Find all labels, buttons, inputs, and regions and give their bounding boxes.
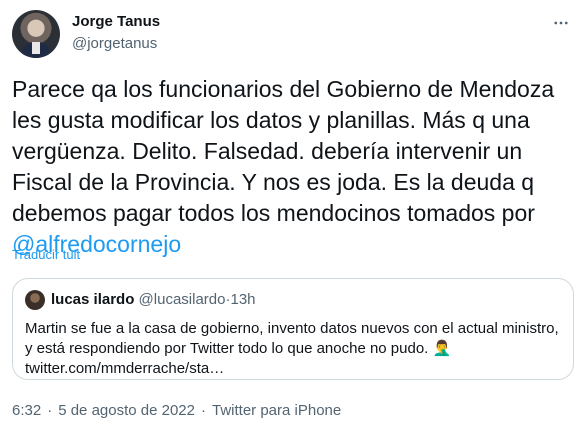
quoted-tweet-card[interactable]: lucas ilardo @lucasilardo·13h Martin se … — [12, 278, 574, 380]
author-name[interactable]: Jorge Tanus — [72, 13, 160, 30]
quoted-author-name: lucas ilardo — [51, 291, 135, 308]
quoted-tweet-header: lucas ilardo @lucasilardo·13h — [51, 291, 256, 308]
author-avatar[interactable] — [12, 10, 60, 58]
tweet-text: Parece qa los funcionarios del Gobierno … — [12, 74, 578, 260]
translate-tweet-link[interactable]: Traducir tuit — [12, 247, 80, 262]
quoted-tweet-text: Martin se fue a la casa de gobierno, inv… — [25, 320, 559, 377]
footer-separator-2: · — [201, 402, 206, 419]
tweet-time[interactable]: 6:32 — [12, 402, 41, 419]
quoted-author-avatar — [25, 290, 45, 310]
avatar-collar — [32, 42, 40, 54]
tweet-date[interactable]: 5 de agosto de 2022 — [58, 402, 195, 419]
author-handle[interactable]: @jorgetanus — [72, 35, 157, 52]
more-options-button[interactable] — [546, 8, 576, 38]
quoted-time: 13h — [230, 291, 256, 308]
more-horizontal-icon — [554, 21, 568, 25]
tweet-body: Parece qa los funcionarios del Gobierno … — [12, 76, 555, 226]
tweet-footer: 6:32 · 5 de agosto de 2022 · Twitter para iP… — [12, 402, 341, 419]
footer-separator-1: · — [47, 402, 53, 419]
quoted-author-handle: @lucasilardo — [138, 291, 226, 308]
tweet-source: Twitter para iPhone — [212, 402, 342, 419]
